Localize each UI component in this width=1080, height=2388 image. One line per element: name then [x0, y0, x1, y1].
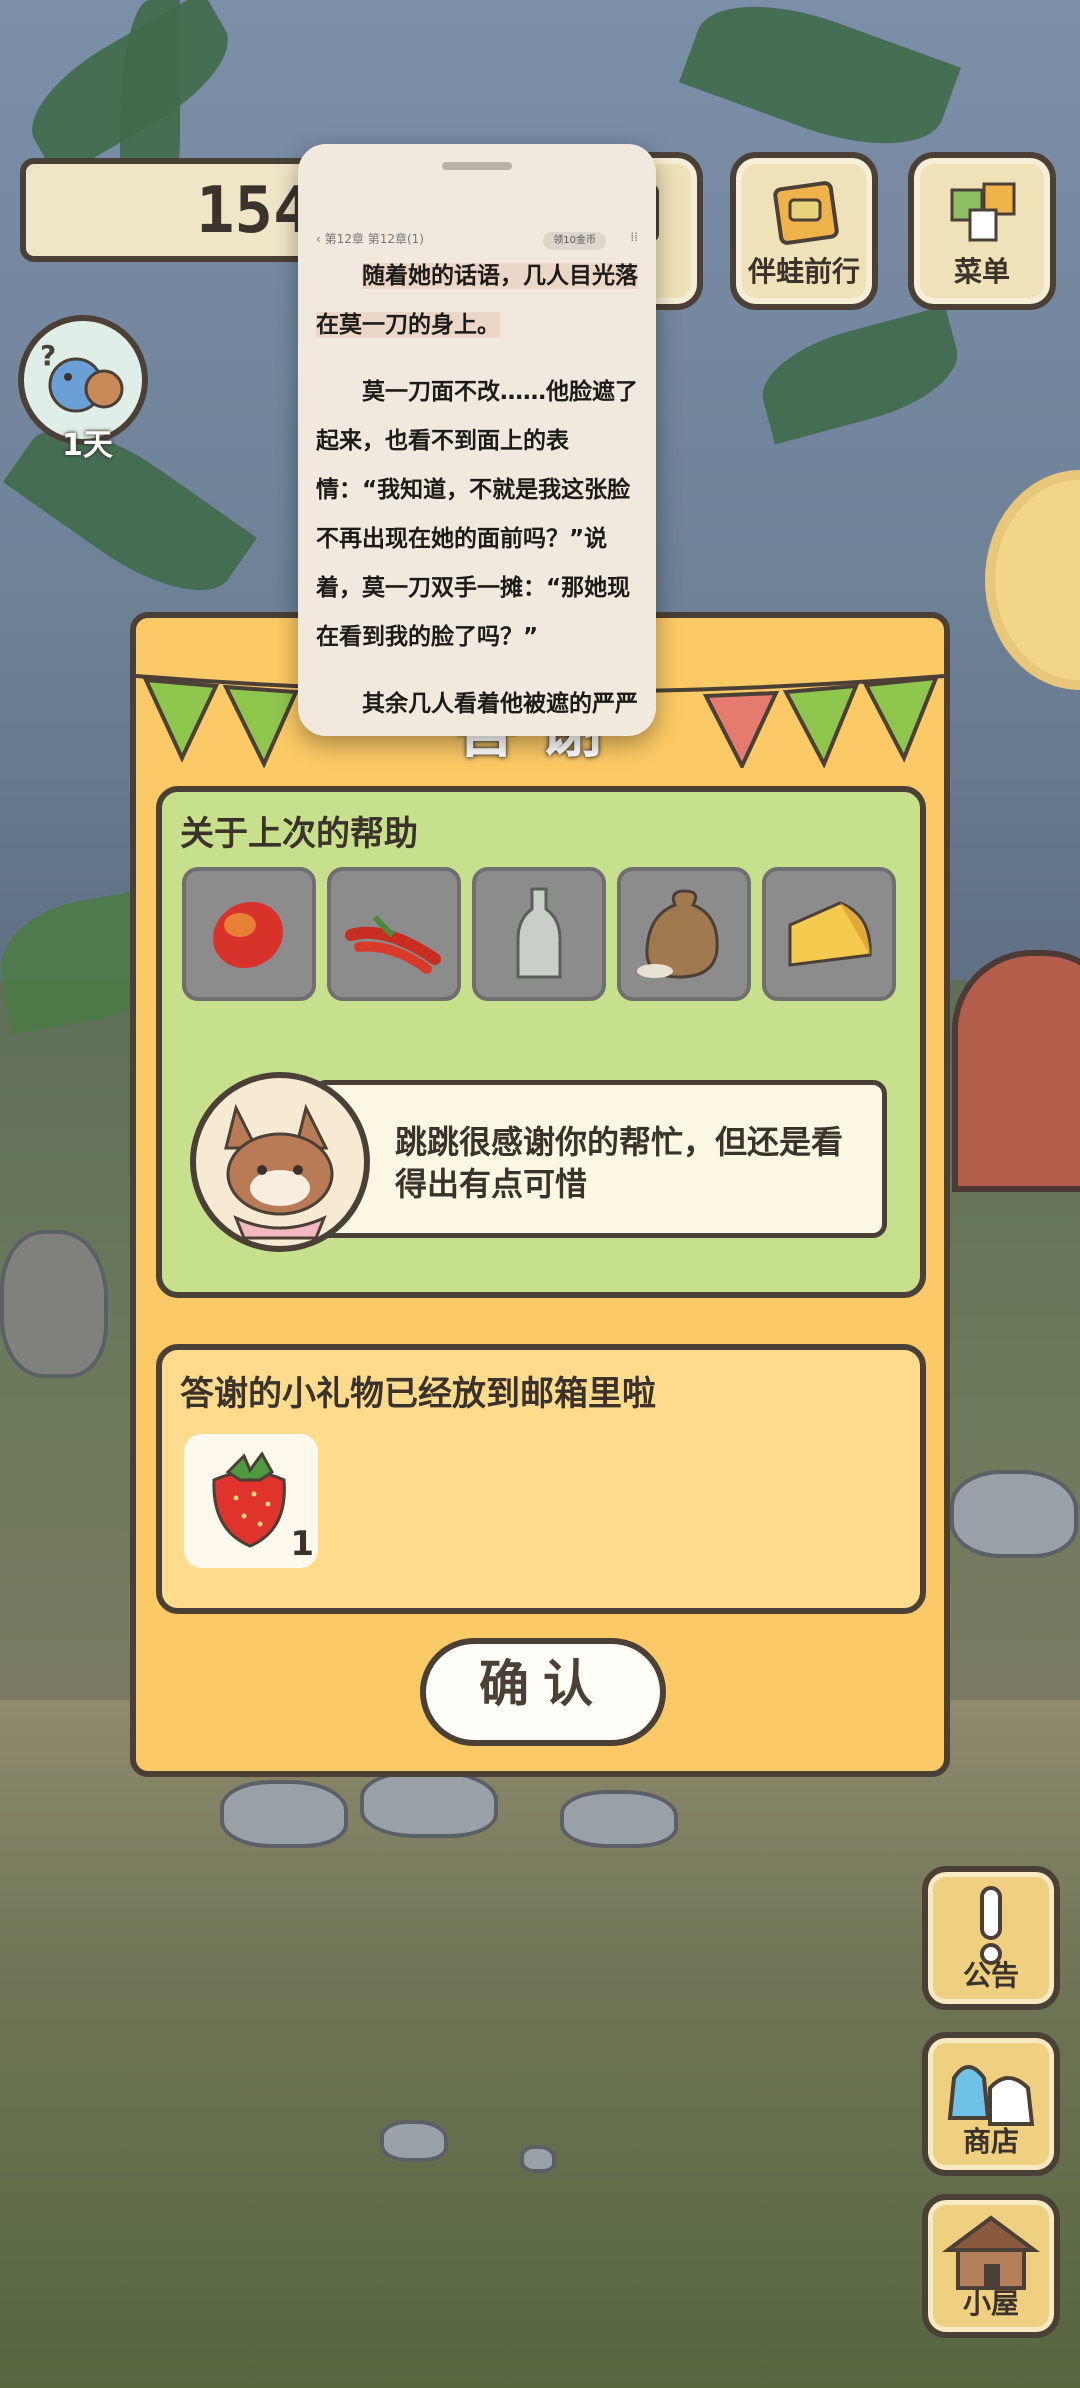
more-icon[interactable]: ⁞⁞: [630, 230, 638, 244]
rock: [360, 1770, 498, 1838]
rock: [950, 1470, 1078, 1558]
house-button[interactable]: 小屋: [922, 2194, 1060, 2338]
item-slot: [762, 867, 896, 1001]
item-slot: [617, 867, 751, 1001]
announcement-button-label: 公告: [962, 1959, 1019, 1992]
rice-sack-icon: [637, 889, 719, 979]
paragraph: 其余几人看着他被遮的严严实实的这张脸: [362, 691, 638, 717]
cheese-icon: [788, 901, 872, 967]
chapter-label[interactable]: ‹ 第12章 第12章(1): [316, 232, 424, 246]
rock: [220, 1780, 348, 1848]
rock: [560, 1790, 678, 1848]
mango-icon: [212, 901, 284, 969]
squirrel-avatar: [190, 1072, 370, 1252]
gift-count: 1: [290, 1524, 314, 1564]
gift-item-slot: 1: [184, 1434, 318, 1568]
clover-counter: 154: [20, 158, 320, 262]
reader-header: ‹ 第12章 第12章(1) 领10金币 ⁞⁞: [316, 230, 638, 250]
squirrel-icon: [224, 1103, 334, 1240]
shop-button-label: 商店: [962, 2125, 1019, 2158]
confirm-button[interactable]: 确认: [420, 1638, 666, 1746]
paragraph: 随着她的话语，几人目光落在莫一刀的身上。: [316, 263, 638, 338]
menu-button-label: 菜单: [953, 255, 1010, 288]
coin-reward-badge[interactable]: 领10金币: [543, 232, 606, 250]
menu-icon: [950, 182, 1016, 242]
item-slot: [182, 867, 316, 1001]
journey-button-label: 伴蛙前行: [747, 255, 860, 288]
item-slot: [327, 867, 461, 1001]
journal-icon: [773, 181, 839, 245]
shop-button[interactable]: 商店: [922, 2032, 1060, 2176]
ground: [0, 1700, 1080, 2388]
help-panel-title: 关于上次的帮助: [180, 814, 418, 854]
item-slot: [472, 867, 606, 1001]
gift-panel-title: 答谢的小礼物已经放到邮箱里啦: [180, 1374, 656, 1414]
squirrel-message: 跳跳很感谢你的帮忙，但还是看得出有点可惜: [312, 1080, 887, 1238]
floating-reader-window[interactable]: ‹ 第12章 第12章(1) 领10金币 ⁞⁞ 随着她的话语，几人目光落在莫一刀…: [298, 144, 656, 736]
reader-text: 随着她的话语，几人目光落在莫一刀的身上。 莫一刀面不改……他脸遮了起来，也看不到…: [316, 252, 638, 736]
announcement-button[interactable]: 公告: [922, 1866, 1060, 2010]
paragraph: 莫一刀面不改……他脸遮了起来，也看不到面上的表情：“我知道，不就是我这张脸不再出…: [316, 379, 638, 650]
svg-text:?: ?: [40, 339, 56, 372]
rock: [380, 2120, 448, 2162]
bottle-icon: [516, 887, 562, 979]
thanks-dialog: 答谢 关于上次的帮助 跳跳很感谢你的帮忙，但还: [130, 612, 950, 1777]
day-counter: 1天: [62, 428, 113, 463]
drag-handle[interactable]: [442, 162, 512, 170]
clover-count-value: 154: [196, 174, 312, 248]
journey-button[interactable]: 伴蛙前行: [730, 152, 878, 310]
house-button-label: 小屋: [962, 2287, 1019, 2320]
gift-panel: 答谢的小礼物已经放到邮箱里啦 1: [156, 1344, 926, 1614]
chili-pepper-icon: [345, 915, 441, 974]
rock: [520, 2145, 556, 2173]
red-door: [952, 950, 1080, 1192]
menu-button[interactable]: 菜单: [908, 152, 1056, 310]
rock: [0, 1230, 108, 1378]
help-panel: 关于上次的帮助 跳跳很感谢你的帮忙，但还是看得出有点可惜: [156, 786, 926, 1298]
